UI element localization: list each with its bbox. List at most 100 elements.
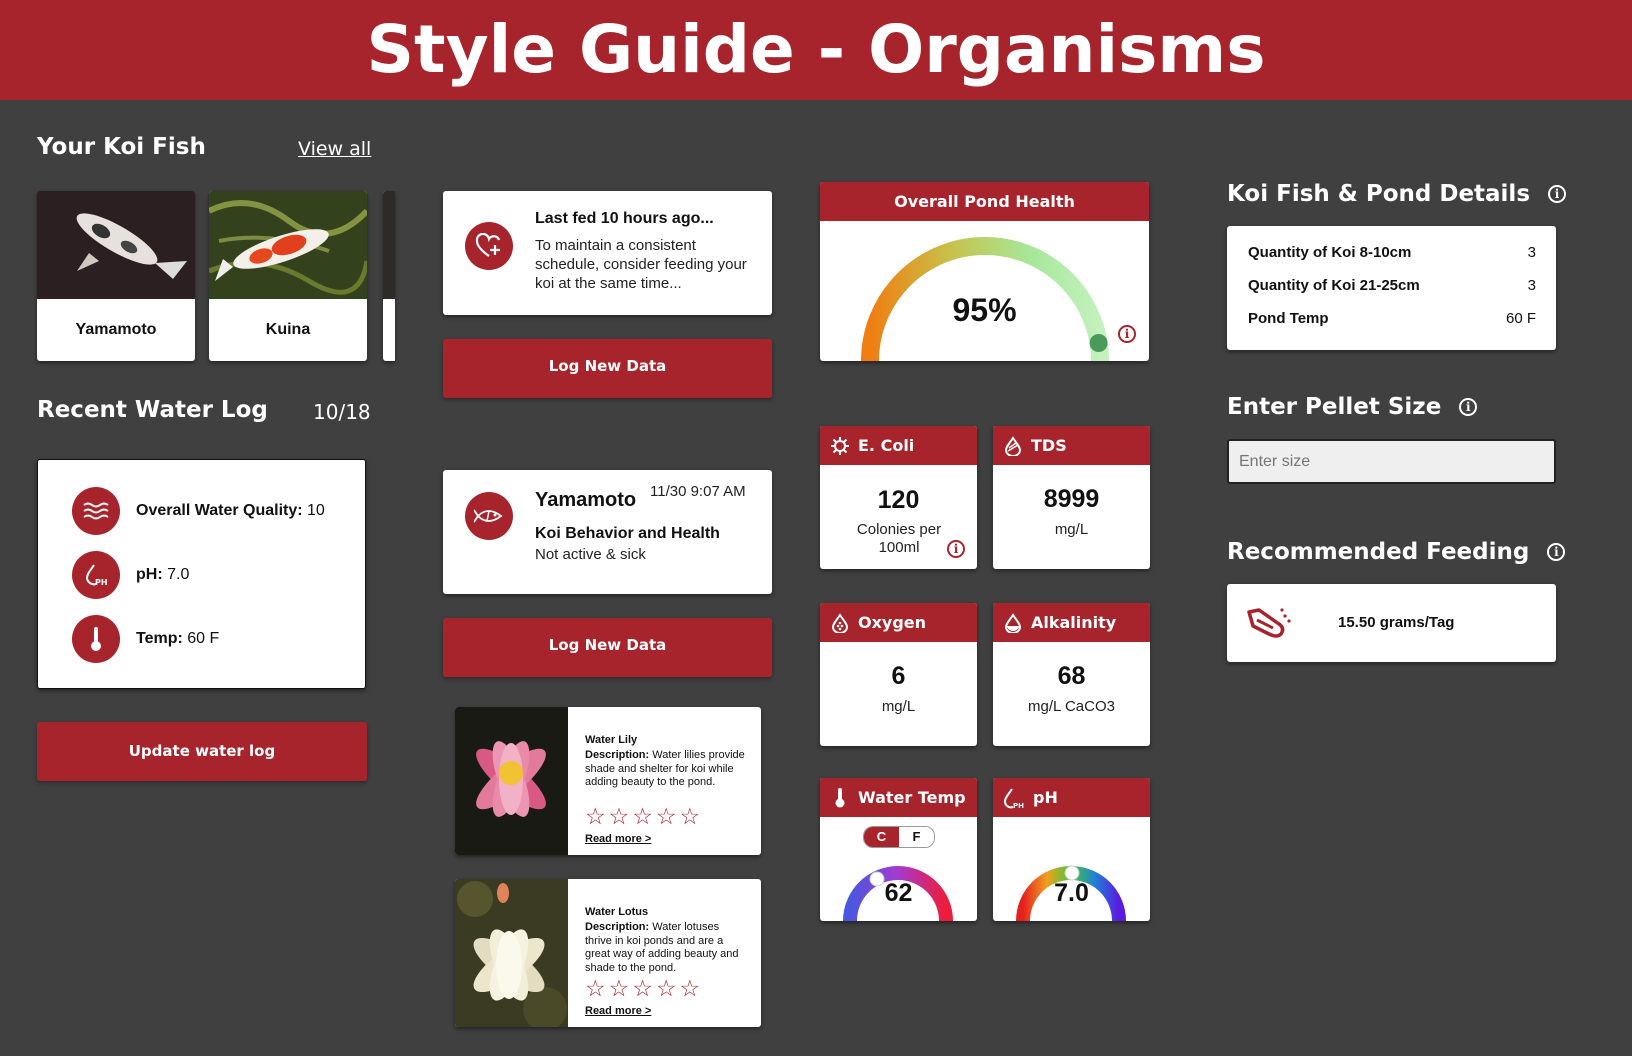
view-all-link[interactable]: View all	[298, 138, 371, 160]
log-new-data-button[interactable]: Log New Data	[443, 339, 772, 398]
metric-value: 68	[1057, 662, 1086, 690]
page-header: Style Guide - Organisms	[0, 0, 1632, 100]
plant-name: Water Lotus	[585, 906, 649, 918]
koi-photo	[383, 191, 395, 299]
info-icon[interactable]: i	[1459, 398, 1478, 416]
info-icon[interactable]: i	[1547, 543, 1566, 561]
log-new-data-button[interactable]: Log New Data	[443, 618, 772, 677]
thermometer-icon	[72, 615, 120, 663]
heart-plus-icon	[465, 222, 513, 270]
unit-toggle-f[interactable]: F	[899, 827, 934, 847]
pond-health-gauge	[861, 237, 1109, 361]
water-quality-value: 10	[307, 502, 325, 519]
info-icon[interactable]: i	[947, 540, 965, 558]
metric-title: TDS	[1031, 436, 1067, 455]
rating-stars[interactable]: ☆ ☆ ☆ ☆ ☆	[585, 977, 701, 1000]
page-title: Style Guide - Organisms	[366, 11, 1266, 88]
metric-value: 7.0	[1054, 879, 1089, 907]
details-card: Quantity of Koi 8-10cm 3 Quantity of Koi …	[1227, 226, 1556, 350]
ph-drop-icon: PH	[72, 551, 120, 599]
ph-label: pH:	[136, 566, 163, 583]
koi-name: Yamamoto	[75, 321, 157, 338]
behavior-timestamp: 11/30 9:07 AM	[650, 483, 746, 500]
star-icon[interactable]: ☆	[656, 805, 677, 828]
metric-unit: mg/L	[1054, 521, 1089, 538]
read-more-link[interactable]: Read more >	[585, 833, 651, 847]
koi-card-kuina[interactable]: Kuina	[209, 191, 367, 361]
thermometer-icon	[835, 787, 845, 807]
waves-icon	[72, 487, 120, 535]
recommended-card: 15.50 grams/Tag	[1227, 584, 1556, 662]
metric-card-tds: TDS 8999 mg/L	[993, 426, 1150, 569]
plant-card-water-lotus[interactable]: Water Lotus Description: Water lotuses t…	[455, 879, 761, 1027]
unit-toggle-c[interactable]: C	[864, 827, 899, 847]
ph-drop-icon: PH	[1004, 787, 1024, 809]
fish-icon	[465, 492, 513, 540]
metric-header: Water Temp	[820, 778, 977, 817]
metric-card-oxygen: Oxygen 6 mg/L	[820, 603, 977, 746]
metric-unit: mg/L	[881, 698, 916, 715]
metric-header: Alkalinity	[993, 603, 1150, 642]
koi-card-partial[interactable]	[383, 191, 395, 361]
plant-card-water-lily[interactable]: Water Lily Description: Water lilies pro…	[455, 707, 761, 855]
unit-toggle[interactable]: C F	[863, 826, 935, 848]
details-title: Koi Fish & Pond Details	[1227, 181, 1531, 207]
metric-title: E. Coli	[858, 436, 915, 455]
svg-text:PH: PH	[95, 578, 108, 587]
metric-value: 62	[884, 879, 913, 907]
star-icon[interactable]: ☆	[585, 977, 606, 1000]
metric-header: E. Coli	[820, 426, 977, 465]
metric-card-ph: PH pH 7.0	[993, 778, 1150, 921]
details-row: Quantity of Koi 21-25cm 3	[1248, 277, 1536, 294]
recommended-value: 15.50 grams/Tag	[1338, 614, 1455, 631]
metric-value: 8999	[1043, 485, 1100, 513]
rating-stars[interactable]: ☆ ☆ ☆ ☆ ☆	[585, 805, 701, 828]
pond-health-title: Overall Pond Health	[820, 182, 1149, 221]
metric-header: Oxygen	[820, 603, 977, 642]
water-log-date: 10/18	[313, 400, 371, 424]
behavior-card: Yamamoto 11/30 9:07 AM Koi Behavior and …	[443, 470, 772, 594]
star-icon[interactable]: ☆	[632, 805, 653, 828]
alkalinity-drop-icon	[1004, 612, 1022, 633]
metric-title: Alkalinity	[1031, 613, 1117, 632]
metric-value: 6	[891, 662, 906, 690]
info-icon[interactable]: i	[1118, 325, 1136, 343]
star-icon[interactable]: ☆	[656, 977, 677, 1000]
read-more-link[interactable]: Read more >	[585, 1005, 651, 1019]
update-water-log-button[interactable]: Update water log	[37, 722, 367, 781]
star-icon[interactable]: ☆	[680, 977, 701, 1000]
star-icon[interactable]: ☆	[632, 977, 653, 1000]
metric-card-alkalinity: Alkalinity 68 mg/L CaCO3	[993, 603, 1150, 746]
metric-title: pH	[1033, 788, 1058, 807]
star-icon[interactable]: ☆	[609, 805, 630, 828]
bacteria-icon	[831, 436, 849, 455]
metric-value: 120	[877, 486, 920, 514]
food-scoop-icon	[1247, 608, 1291, 638]
star-icon[interactable]: ☆	[585, 805, 606, 828]
temp-value: 60 F	[187, 630, 220, 647]
star-icon[interactable]: ☆	[609, 977, 630, 1000]
water-lily-photo	[455, 707, 568, 855]
koi-name: Kuina	[265, 321, 311, 338]
koi-card-yamamoto[interactable]: Yamamoto	[37, 191, 195, 361]
pond-health-card: Overall Pond Health 95% i	[820, 182, 1149, 361]
pellet-title: Enter Pellet Size	[1227, 394, 1442, 420]
pellet-size-input[interactable]	[1227, 439, 1556, 484]
metric-card-ecoli: E. Coli 120 Colonies per 100ml i	[820, 426, 977, 569]
temp-label: Temp:	[136, 630, 183, 647]
svg-text:PH: PH	[1013, 802, 1024, 809]
metric-header: TDS	[993, 426, 1150, 465]
metric-title: Oxygen	[858, 613, 927, 632]
star-icon[interactable]: ☆	[680, 805, 701, 828]
water-log-card: Overall Water Quality: 10 PH pH: 7.0 Tem…	[37, 459, 366, 689]
info-icon[interactable]: i	[1548, 185, 1567, 203]
water-quality-label: Overall Water Quality:	[136, 502, 303, 519]
water-log-row: Temp: 60 F	[72, 615, 219, 663]
water-log-row: PH pH: 7.0	[72, 551, 189, 599]
pond-health-value: 95%	[952, 292, 1017, 328]
gauge-knob	[1089, 334, 1108, 352]
recommended-title: Recommended Feeding	[1227, 539, 1530, 565]
behavior-status: Not active & sick	[535, 546, 646, 563]
feeding-title: Last fed 10 hours ago...	[535, 210, 714, 227]
pellet-heading: Enter Pellet Size i	[1227, 394, 1478, 420]
